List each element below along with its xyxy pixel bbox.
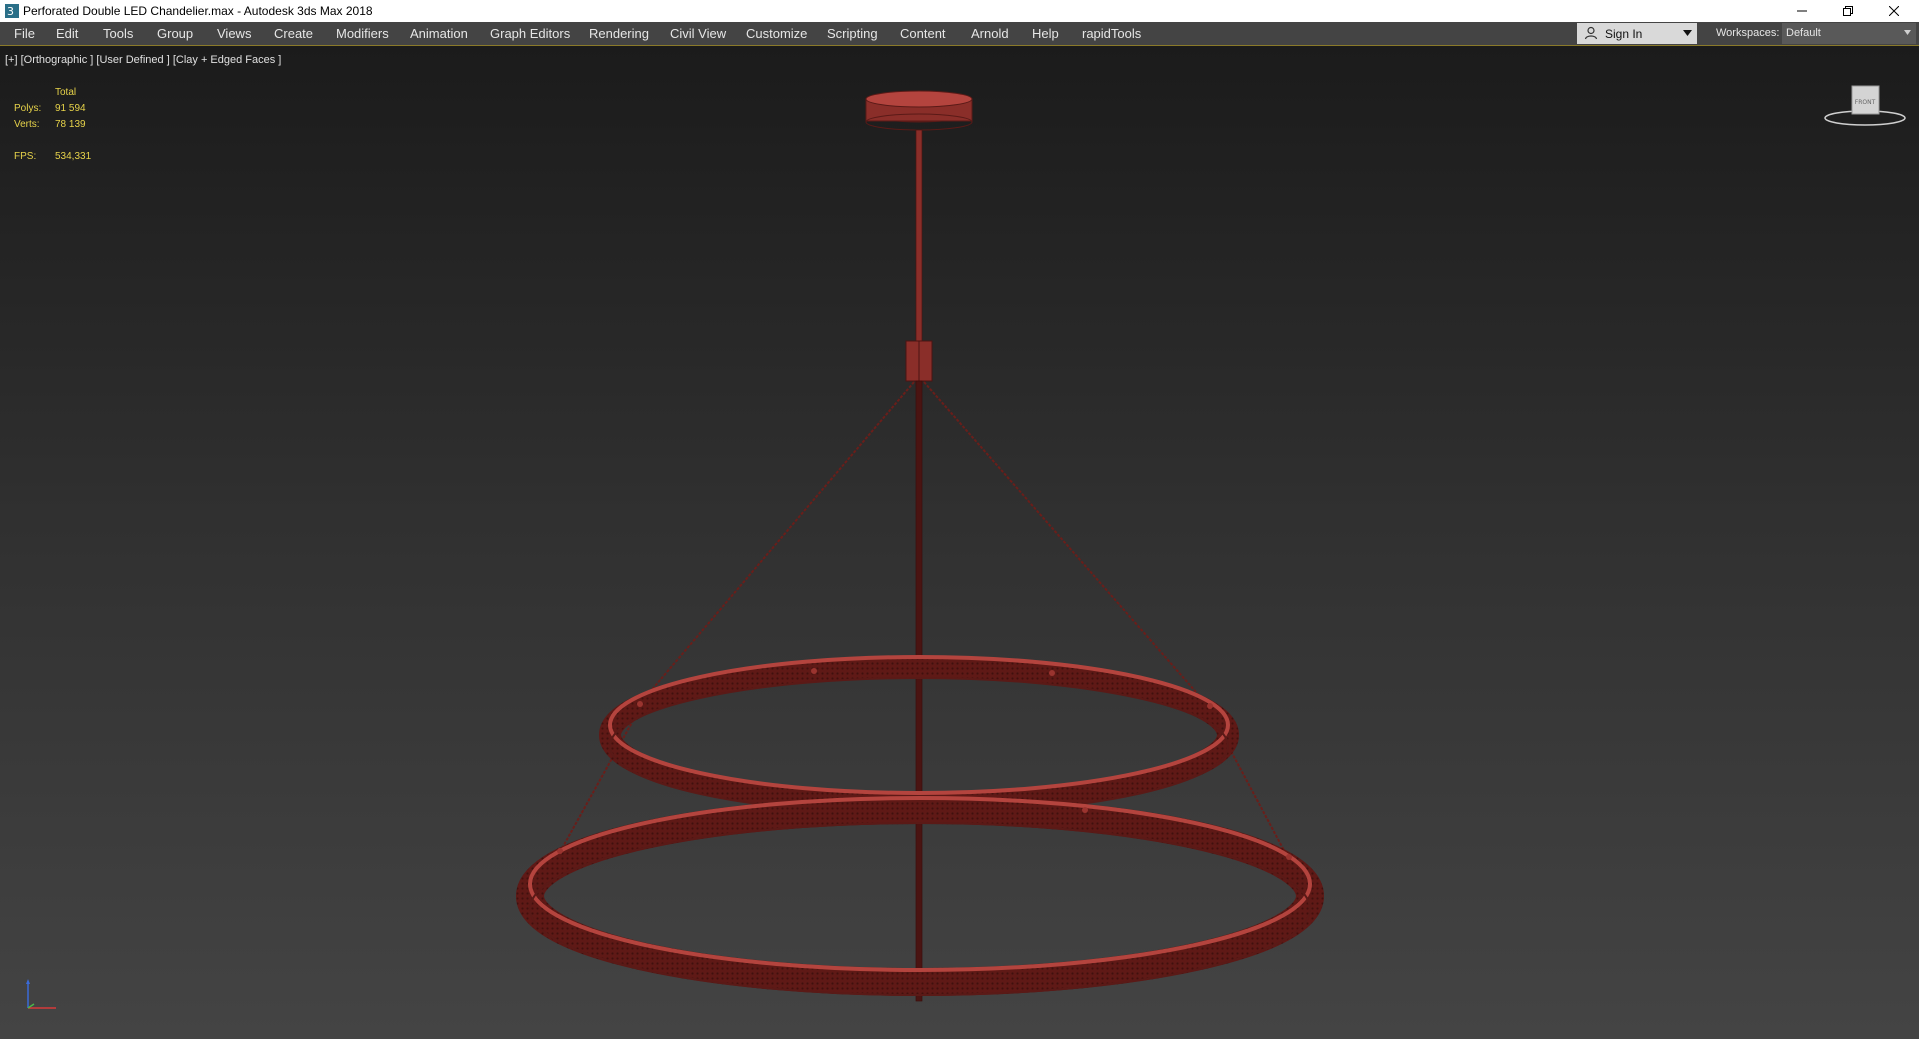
menu-help[interactable]: Help bbox=[1032, 26, 1059, 41]
menu-arnold[interactable]: Arnold bbox=[971, 26, 1009, 41]
workspaces-label: Workspaces: bbox=[1716, 27, 1780, 39]
menu-graph-editors[interactable]: Graph Editors bbox=[490, 26, 570, 41]
axis-tripod-icon bbox=[26, 979, 56, 1009]
menu-scripting[interactable]: Scripting bbox=[827, 26, 878, 41]
viewport-perspective[interactable]: [+] [Orthographic ] [User Defined ] [Cla… bbox=[0, 46, 1919, 1039]
close-icon bbox=[1889, 6, 1899, 16]
downrod bbox=[905, 129, 933, 1002]
menu-content[interactable]: Content bbox=[900, 26, 946, 41]
menu-customize[interactable]: Customize bbox=[746, 26, 807, 41]
menu-group[interactable]: Group bbox=[157, 26, 193, 41]
restore-icon bbox=[1843, 6, 1853, 16]
user-icon bbox=[1584, 26, 1598, 40]
workspaces-select[interactable]: Default bbox=[1782, 23, 1916, 44]
sign-in-dropdown[interactable]: Sign In bbox=[1577, 23, 1697, 44]
menu-edit[interactable]: Edit bbox=[56, 26, 78, 41]
viewcube-face-label: FRONT bbox=[1855, 99, 1876, 106]
restore-button[interactable] bbox=[1825, 0, 1871, 22]
minimize-button[interactable] bbox=[1779, 0, 1825, 22]
menu-civil-view[interactable]: Civil View bbox=[670, 26, 726, 41]
menu-modifiers[interactable]: Modifiers bbox=[336, 26, 389, 41]
menu-rendering[interactable]: Rendering bbox=[589, 26, 649, 41]
minimize-icon bbox=[1797, 10, 1807, 12]
menu-rapidtools[interactable]: rapidTools bbox=[1082, 26, 1141, 41]
close-button[interactable] bbox=[1871, 0, 1917, 22]
viewcube-icon[interactable]: FRONT bbox=[1822, 82, 1908, 132]
menu-views[interactable]: Views bbox=[217, 26, 251, 41]
3ds-max-app-icon: 3 bbox=[5, 4, 19, 18]
workspaces-value: Default bbox=[1786, 27, 1821, 39]
ceiling-canopy bbox=[865, 90, 973, 131]
chandelier-model[interactable] bbox=[0, 46, 1919, 1039]
sign-in-label: Sign In bbox=[1605, 27, 1643, 41]
window-title: Perforated Double LED Chandelier.max - A… bbox=[23, 4, 373, 18]
chevron-down-icon bbox=[1683, 30, 1692, 36]
chevron-down-icon bbox=[1904, 30, 1911, 35]
menu-bar: File Edit Tools Group Views Create Modif… bbox=[0, 22, 1919, 46]
menu-file[interactable]: File bbox=[14, 26, 35, 41]
title-bar: 3 Perforated Double LED Chandelier.max -… bbox=[0, 0, 1919, 22]
menu-animation[interactable]: Animation bbox=[410, 26, 468, 41]
svg-text:3: 3 bbox=[7, 5, 14, 18]
menu-tools[interactable]: Tools bbox=[103, 26, 133, 41]
menu-create[interactable]: Create bbox=[274, 26, 313, 41]
